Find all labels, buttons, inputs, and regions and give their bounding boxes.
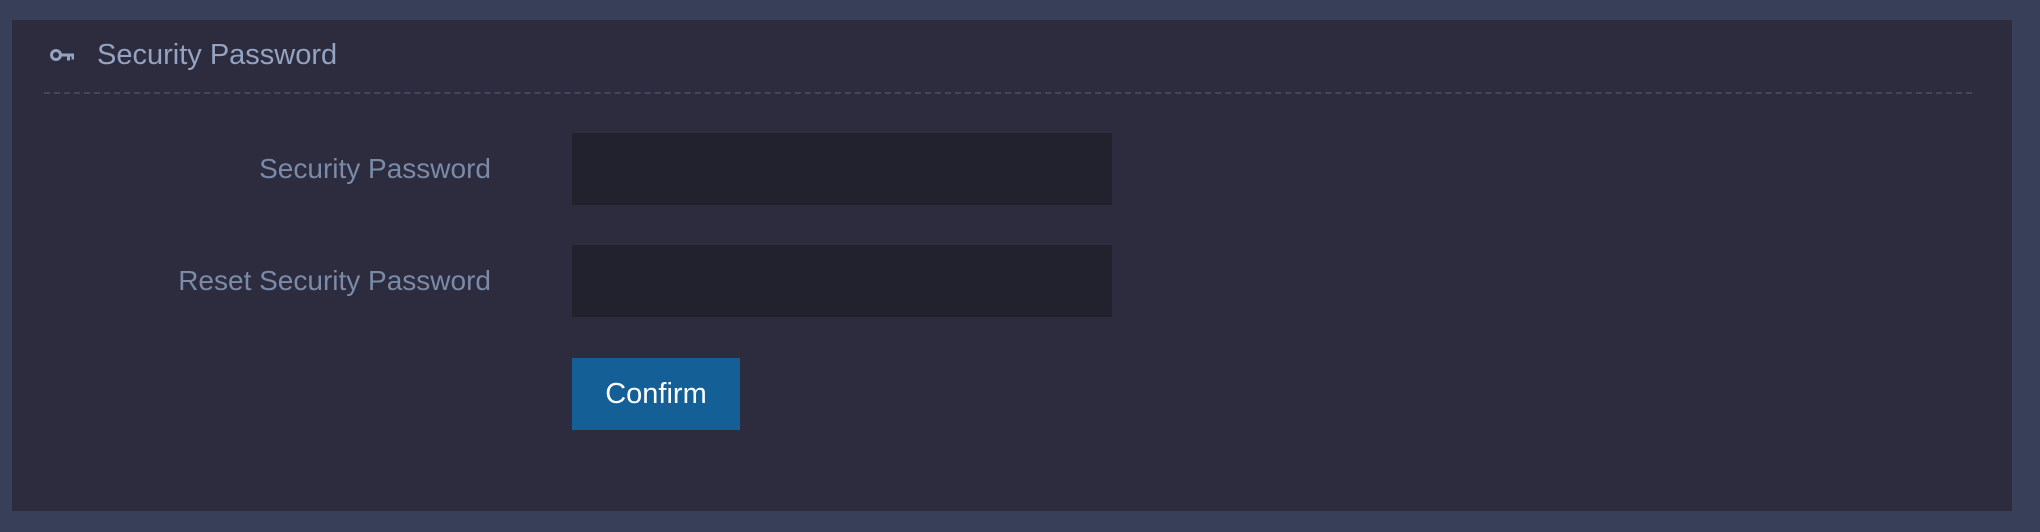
- security-password-input[interactable]: [572, 133, 1112, 205]
- panel-title: Security Password: [97, 39, 338, 71]
- security-password-panel: Security Password Security Password Rese…: [12, 20, 2012, 511]
- reset-security-password-row: Reset Security Password: [12, 245, 2012, 317]
- panel-header: Security Password: [12, 20, 2012, 92]
- reset-security-password-input[interactable]: [572, 245, 1112, 317]
- security-password-row: Security Password: [12, 133, 2012, 205]
- confirm-button[interactable]: Confirm: [572, 358, 740, 430]
- header-divider: [44, 92, 1972, 94]
- reset-security-password-label: Reset Security Password: [178, 265, 491, 296]
- key-icon: [50, 48, 76, 62]
- security-password-label: Security Password: [259, 153, 491, 184]
